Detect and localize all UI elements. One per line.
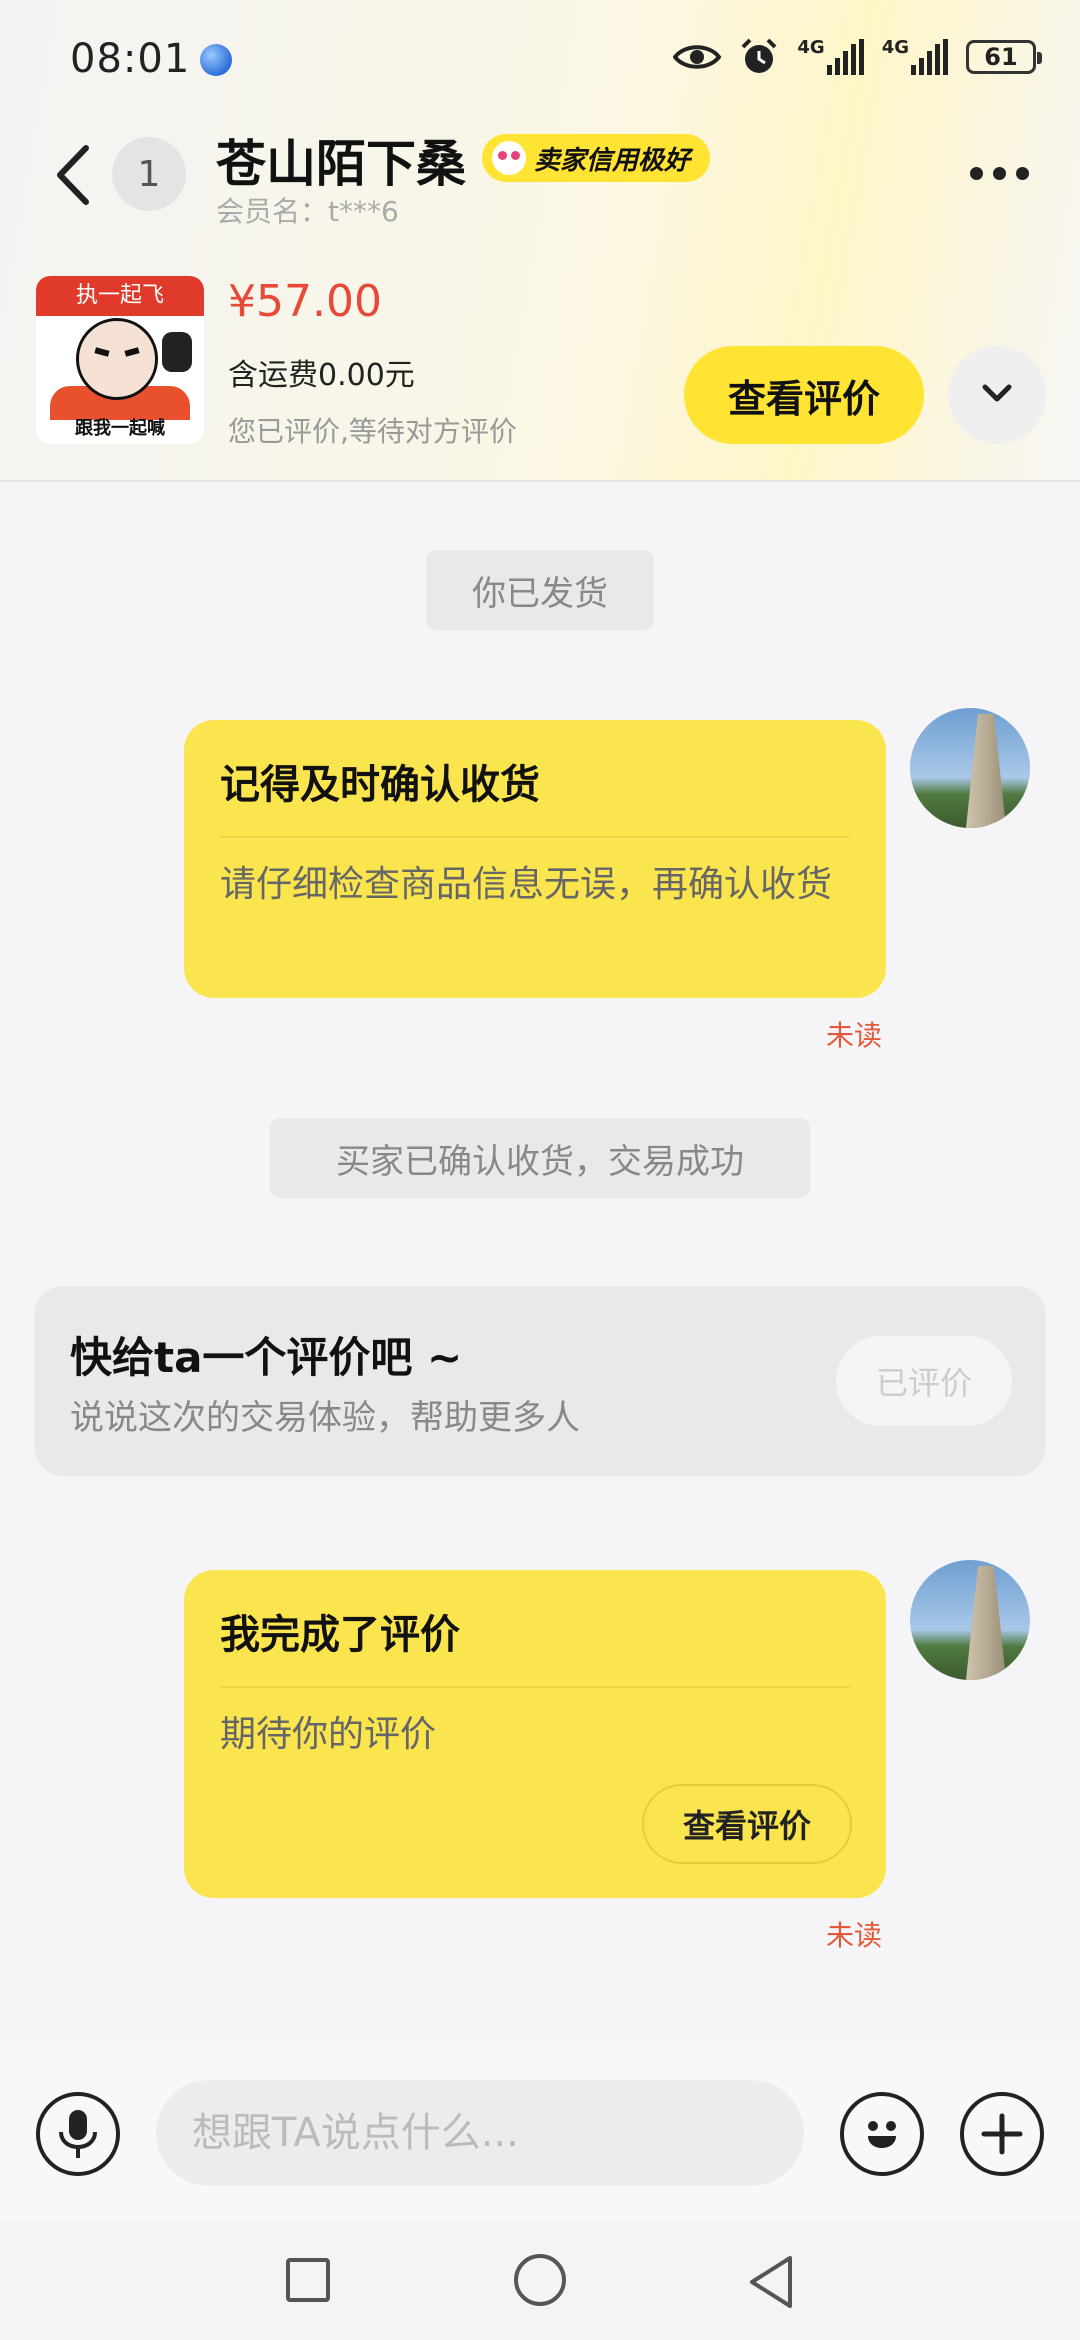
credit-badge-label: 卖家信用极好 — [534, 145, 691, 176]
avatar[interactable] — [910, 1560, 1030, 1680]
thumb-fist — [162, 332, 192, 372]
alarm-icon — [739, 37, 779, 77]
card-view-review-button[interactable]: 查看评价 — [642, 1784, 852, 1864]
status-icons: 4G 4G 61 — [673, 34, 1042, 80]
product-price: ¥57.00 — [228, 276, 382, 327]
read-status: 未读 — [826, 1019, 883, 1052]
status-bar: 08:01 4G 4G 61 — [0, 0, 1080, 120]
system-nav-bar — [0, 2220, 1080, 2340]
chevron-down-icon — [979, 381, 1015, 409]
message-card-body: 请仔细检查商品信息无误，再确认收货 — [220, 864, 833, 905]
message-card-body: 期待你的评价 — [220, 1714, 437, 1755]
product-thumbnail[interactable]: 执一起飞 跟我一起喊 — [36, 276, 204, 444]
more-options-icon[interactable] — [970, 158, 1034, 188]
emoji-icon[interactable] — [840, 2092, 924, 2176]
chat-title: 苍山陌下桑 — [216, 135, 466, 193]
battery-level: 61 — [984, 43, 1018, 71]
back-icon[interactable] — [46, 140, 106, 210]
thumb-face — [76, 318, 158, 400]
home-icon[interactable] — [514, 2254, 566, 2306]
message-card-title: 记得及时确认收货 — [220, 752, 850, 838]
thumb-banner: 执一起飞 — [36, 276, 204, 316]
battery-icon: 61 — [966, 40, 1042, 74]
message-card-review-done[interactable]: 我完成了评价 期待你的评价 查看评价 — [184, 1570, 886, 1898]
signal-icon-2: 4G — [882, 39, 948, 75]
unread-count-badge[interactable]: 1 — [112, 137, 186, 211]
eye-icon — [673, 42, 722, 72]
recent-apps-icon[interactable] — [286, 2258, 330, 2302]
message-card-confirm-receipt[interactable]: 记得及时确认收货 请仔细检查商品信息无误，再确认收货 — [184, 720, 886, 998]
message-card-title: 我完成了评价 — [220, 1602, 850, 1688]
system-message-trade-success: 买家已确认收货，交易成功 — [270, 1118, 810, 1198]
microphone-icon[interactable] — [36, 2092, 120, 2176]
credit-badge[interactable]: 卖家信用极好 — [482, 134, 711, 182]
view-review-button[interactable]: 查看评价 — [684, 346, 924, 444]
plus-icon[interactable] — [960, 2092, 1044, 2176]
review-prompt-title: 快给ta一个评价吧 ~ — [70, 1333, 463, 1382]
thumb-caption: 跟我一起喊 — [75, 418, 165, 439]
nav-back-icon[interactable] — [742, 2252, 802, 2312]
review-status: 您已评价,等待对方评价 — [228, 415, 517, 448]
member-name: 会员名：t***6 — [216, 195, 399, 228]
input-bar — [0, 2040, 1080, 2220]
globe-icon — [200, 44, 232, 76]
reviewed-button[interactable]: 已评价 — [836, 1336, 1012, 1426]
review-prompt-card: 快给ta一个评价吧 ~ 说说这次的交易体验，帮助更多人 已评价 — [34, 1286, 1046, 1476]
credit-face-icon — [492, 141, 526, 175]
read-status: 未读 — [826, 1919, 883, 1952]
status-time: 08:01 — [70, 36, 191, 82]
review-prompt-subtitle: 说说这次的交易体验，帮助更多人 — [70, 1398, 580, 1438]
shipping-fee: 含运费0.00元 — [228, 358, 415, 393]
message-input[interactable] — [156, 2080, 804, 2186]
signal-icon-1: 4G — [797, 39, 864, 75]
expand-button[interactable] — [948, 346, 1046, 444]
avatar[interactable] — [910, 708, 1030, 828]
system-message-shipped: 你已发货 — [426, 550, 654, 630]
